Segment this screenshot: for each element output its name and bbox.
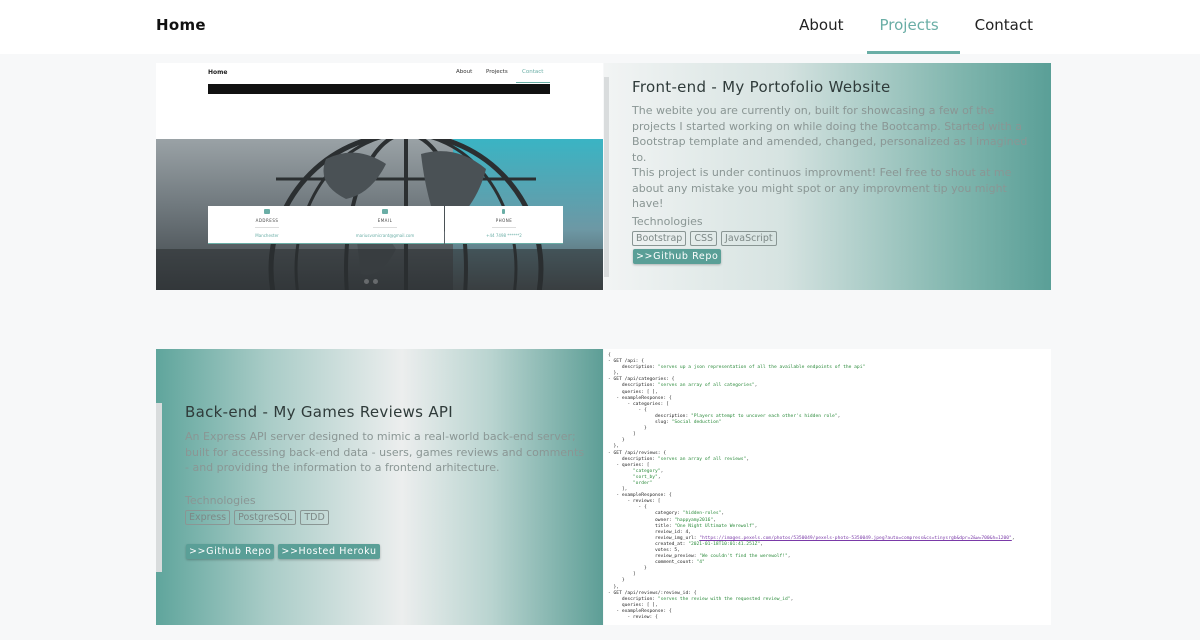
tech-tag: CSS xyxy=(690,231,718,246)
portfolio-screenshot: Home About Projects Contact ADDRESS Manc… xyxy=(156,63,603,290)
nav-link-about[interactable]: About xyxy=(799,16,843,34)
project-info-panel: Back-end - My Games Reviews API An Expre… xyxy=(156,349,603,625)
tech-tag: TDD xyxy=(300,510,329,525)
project-title: Back-end - My Games Reviews API xyxy=(185,403,453,421)
technologies-label: Technologies xyxy=(632,215,703,228)
preview-card-title: ADDRESS xyxy=(255,218,279,223)
carousel-dot xyxy=(364,279,369,284)
preview-carousel-dots xyxy=(364,269,394,284)
panel-accent-bar xyxy=(156,403,162,572)
tech-tag: Bootstrap xyxy=(632,231,687,246)
carousel-dot xyxy=(373,279,378,284)
preview-nav-contact: Contact xyxy=(522,69,544,75)
technologies-label: Technologies xyxy=(185,494,256,507)
technology-tags: Bootstrap CSS JavaScript xyxy=(632,231,777,246)
project-links: >>Github Repo >>Hosted Heroku xyxy=(186,544,380,559)
tech-tag: PostgreSQL xyxy=(234,510,297,525)
project-description-note: This project is under continuos improvme… xyxy=(632,166,1012,210)
preview-navbar: Home About Projects Contact xyxy=(156,63,603,83)
project-info-panel: Front-end - My Portofolio Website The we… xyxy=(604,63,1051,290)
preview-card-divider xyxy=(373,227,397,228)
envelope-icon xyxy=(382,209,388,214)
phone-icon xyxy=(502,209,505,214)
api-json-screenshot: { - GET /api: { description: "serves up … xyxy=(604,349,1051,625)
active-nav-indicator xyxy=(867,51,960,54)
preview-card-phone: PHONE +44 7498 ******2 xyxy=(445,206,563,244)
house-icon xyxy=(264,209,270,214)
github-repo-button[interactable]: >>Github Repo xyxy=(186,544,275,559)
nav-links: About Projects Contact xyxy=(763,16,1033,34)
brand-home-link[interactable]: Home xyxy=(156,16,206,34)
preview-card-divider xyxy=(492,227,516,228)
preview-card-email: EMAIL mariusvsmicrant@gmail.com xyxy=(326,206,444,244)
preview-nav-home: Home xyxy=(208,69,228,76)
project-description: The webite you are currently on, built f… xyxy=(632,104,1028,164)
preview-card-value: mariusvsmicrant@gmail.com xyxy=(355,233,415,238)
preview-nav-projects: Projects xyxy=(486,69,508,75)
api-json-preview: { - GET /api: { description: "serves up … xyxy=(608,353,1015,621)
preview-card-title: EMAIL xyxy=(377,218,393,223)
github-repo-button[interactable]: >>Github Repo xyxy=(633,249,722,264)
preview-dark-banner xyxy=(208,84,550,94)
panel-accent-bar xyxy=(604,77,609,277)
tech-tag: Express xyxy=(185,510,231,525)
project-links: >>Github Repo xyxy=(633,249,722,264)
hosted-heroku-button[interactable]: >>Hosted Heroku xyxy=(278,544,380,559)
technology-tags: Express PostgreSQL TDD xyxy=(185,510,329,525)
project-card-portfolio: Home About Projects Contact ADDRESS Manc… xyxy=(156,63,1051,290)
preview-card-value: +44 7498 ******2 xyxy=(486,233,522,238)
preview-nav-indicator xyxy=(516,82,550,83)
tech-tag: JavaScript xyxy=(721,231,777,246)
preview-card-title: PHONE xyxy=(495,218,513,223)
preview-card-address: ADDRESS Manchester xyxy=(208,206,326,244)
nav-link-projects[interactable]: Projects xyxy=(880,16,939,34)
project-description: An Express API server designed to mimic … xyxy=(185,430,585,474)
project-card-games-api: Back-end - My Games Reviews API An Expre… xyxy=(156,349,1051,625)
preview-nav-about: About xyxy=(456,69,473,75)
navbar: Home About Projects Contact xyxy=(0,0,1200,54)
project-title: Front-end - My Portofolio Website xyxy=(632,78,891,96)
preview-card-value: Manchester xyxy=(255,233,279,238)
preview-card-divider xyxy=(255,227,279,228)
globe-background-image: ADDRESS Manchester EMAIL mariusvsmicrant… xyxy=(156,139,603,290)
nav-link-contact[interactable]: Contact xyxy=(975,16,1033,34)
